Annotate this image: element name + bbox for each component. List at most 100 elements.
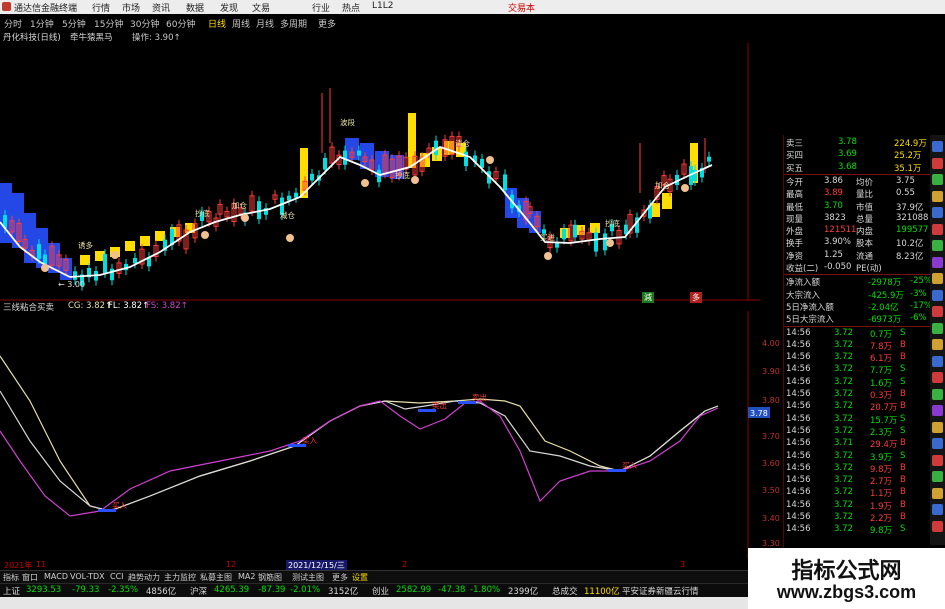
main-kline-chart[interactable]: 诱多抄底加仓减仓波段抄底清仓买进抄底加仓 3.803.703.603.503.4… xyxy=(0,43,760,301)
stat-value: 3.86 xyxy=(824,175,843,186)
ob-price: 3.78 xyxy=(838,137,857,147)
side-tool-icon[interactable] xyxy=(932,355,943,367)
menu-market[interactable]: 市场 xyxy=(122,1,140,14)
side-tool-icon[interactable] xyxy=(932,223,943,235)
quote-separator xyxy=(784,325,931,327)
side-tool-icon[interactable] xyxy=(932,388,943,400)
tick-row: 14:56 3.72 3.9万 S xyxy=(784,451,929,463)
side-tool-icon[interactable] xyxy=(932,157,943,169)
signal-dot-icon xyxy=(286,234,294,242)
stat-value: 0.55 xyxy=(896,188,915,199)
signal-label: 抄底 xyxy=(195,208,210,218)
side-tool-icon[interactable] xyxy=(932,306,943,317)
signal-label: 加仓 xyxy=(232,200,247,210)
side-tool-icon[interactable] xyxy=(932,405,943,416)
status-bar xyxy=(0,597,748,609)
side-tool-icon[interactable] xyxy=(932,520,943,532)
period-tab[interactable]: 30分钟 xyxy=(130,17,159,30)
menu-hotspot[interactable]: 热点 xyxy=(342,1,360,14)
menu-industry[interactable]: 行业 xyxy=(312,1,330,14)
flow-pct: -6% xyxy=(910,313,927,324)
stat-label: 市值 xyxy=(856,202,874,213)
period-tab[interactable]: 多周期 xyxy=(280,17,307,30)
menu-data[interactable]: 数据 xyxy=(186,1,204,14)
candle-body-down xyxy=(73,271,77,280)
flow-row: 大宗流入 -425.9万 -3% xyxy=(784,289,929,301)
ticker-sz-label[interactable]: 沪深 xyxy=(190,585,207,597)
candle-body-down xyxy=(464,151,468,167)
side-tool-icon[interactable] xyxy=(932,421,943,433)
period-tab[interactable]: 月线 xyxy=(256,17,274,30)
tick-vol: 6.1万 xyxy=(870,354,893,365)
tick-side: B xyxy=(900,352,906,363)
indicator-signals: 买入买入卖出卖出买入 xyxy=(98,392,637,512)
period-tab[interactable]: 5分钟 xyxy=(62,17,86,30)
stat-label: 量比 xyxy=(856,190,874,201)
period-tab[interactable]: 周线 xyxy=(232,17,250,30)
ticker-news[interactable]: 平安证券新疆云行情 xyxy=(622,585,699,597)
three-line-indicator-chart[interactable]: 买入买入卖出卖出买入 4.003.903.803.703.603.503.403… xyxy=(0,311,783,559)
stat-label: 外盘 xyxy=(786,227,804,238)
tick-time: 14:56 xyxy=(786,413,811,424)
side-tool-icon[interactable] xyxy=(932,339,943,350)
tick-row: 14:56 3.72 20.7万 B xyxy=(784,401,929,413)
menu-news[interactable]: 资讯 xyxy=(152,1,170,14)
menu-discover[interactable]: 发现 xyxy=(220,1,238,14)
menu-trade[interactable]: 交易本 xyxy=(508,1,535,14)
period-tab-active[interactable]: 日线 xyxy=(208,17,226,30)
stock-name: 丹化科技(日线) xyxy=(3,33,61,43)
window-title: 通达信金融终端 xyxy=(14,4,78,14)
ticker-sz-change: -87.39 xyxy=(258,585,286,595)
period-tab[interactable]: 1分钟 xyxy=(30,17,54,30)
menu-l1l2[interactable]: L1L2 xyxy=(372,1,393,11)
side-tool-icon[interactable] xyxy=(932,141,943,152)
side-tool-icon[interactable] xyxy=(932,454,943,466)
signal-dot-icon xyxy=(201,231,209,239)
tick-side: S xyxy=(900,376,906,387)
tick-price: 3.72 xyxy=(834,462,853,473)
side-tool-icon[interactable] xyxy=(932,256,943,268)
period-tab[interactable]: 分时 xyxy=(4,17,22,30)
ob-vol: 25.2万 xyxy=(894,151,922,162)
tick-price: 3.72 xyxy=(834,339,853,350)
flow-row: 5日净流入额 -2.04亿 -17% xyxy=(784,300,932,313)
side-tool-icon[interactable] xyxy=(932,438,943,449)
menu-wenyi[interactable]: 文易 xyxy=(252,1,270,14)
signal-dot-icon xyxy=(544,252,552,260)
flow-pct: -17% xyxy=(910,300,932,311)
tick-row: 14:56 3.72 9.8万 S xyxy=(784,524,929,536)
tick-side: B xyxy=(900,487,906,498)
tick-price: 3.72 xyxy=(834,364,853,375)
ticker-sh-label[interactable]: 上证 xyxy=(3,585,20,597)
ticker-sh-change: -79.33 xyxy=(72,585,100,595)
tick-time: 14:56 xyxy=(786,401,811,412)
sub-tick-label: 3.60 xyxy=(762,459,780,468)
side-tool-icon[interactable] xyxy=(932,322,943,334)
side-tool-icon[interactable] xyxy=(932,504,943,515)
ob-label: 卖三 xyxy=(786,139,804,149)
side-tool-icon[interactable] xyxy=(932,207,943,218)
candle-body-down xyxy=(37,244,41,259)
stat-label: 换手 xyxy=(786,239,804,250)
side-tool-icon[interactable] xyxy=(932,174,943,185)
stat-label: PE(动) xyxy=(856,264,882,274)
indicator-name[interactable]: 牵牛猿黑马 xyxy=(70,31,113,43)
menu-quotes[interactable]: 行情 xyxy=(92,1,110,14)
tick-time: 14:56 xyxy=(786,364,811,375)
side-tool-icon[interactable] xyxy=(932,289,943,301)
side-tool-icon[interactable] xyxy=(932,372,943,383)
tick-vol: 29.4万 xyxy=(870,440,898,451)
period-tab[interactable]: 60分钟 xyxy=(166,17,195,30)
signal-dot-icon xyxy=(111,251,119,259)
period-tab[interactable]: 15分钟 xyxy=(94,17,123,30)
period-tab[interactable]: 更多 xyxy=(318,17,336,30)
side-tool-icon[interactable] xyxy=(932,240,943,251)
tick-price: 3.72 xyxy=(834,512,853,522)
side-tool-icon[interactable] xyxy=(932,190,943,202)
ticker-cy-label[interactable]: 创业 xyxy=(372,585,389,597)
side-tool-icon[interactable] xyxy=(932,273,943,284)
side-tool-icon[interactable] xyxy=(932,487,943,499)
sub-tick-label: 3.50 xyxy=(762,486,780,495)
stat-label: 股本 xyxy=(856,239,874,250)
side-tool-icon[interactable] xyxy=(932,471,943,482)
